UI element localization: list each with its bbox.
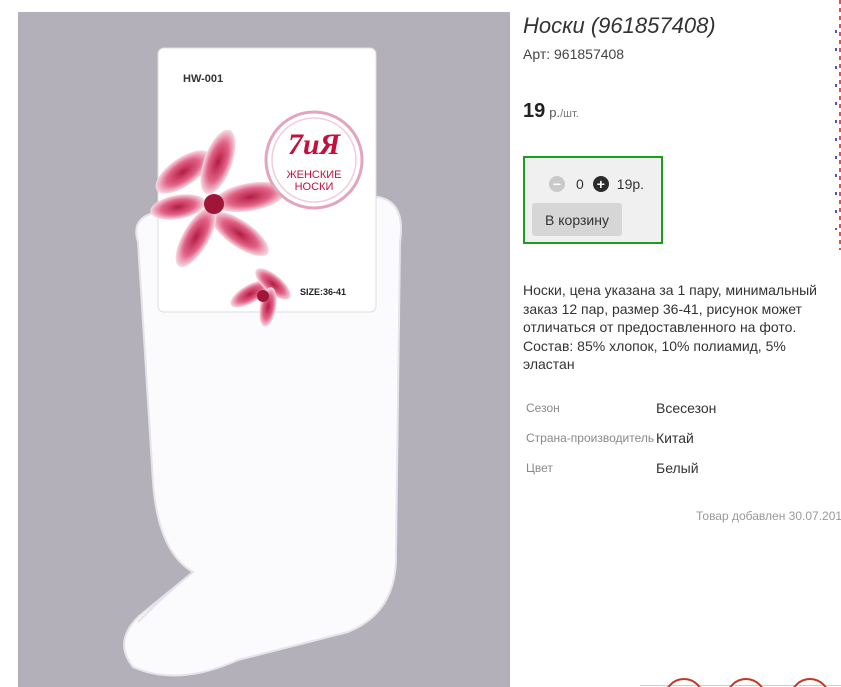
property-label: Цвет (526, 461, 553, 475)
product-price: 19 р./шт. (523, 100, 579, 123)
property-row: Сезон Всесезон (523, 393, 716, 423)
brand-line-2: НОСКИ (295, 181, 334, 193)
product-title: Носки (961857408) (523, 13, 716, 38)
price-currency: р. (549, 105, 561, 120)
social-icon[interactable] (790, 678, 830, 687)
property-value: Китай (656, 430, 694, 446)
property-label: Сезон (526, 401, 560, 415)
product-sku: Арт: 961857408 (523, 46, 625, 62)
date-added: Товар добавлен 30.07.201 (696, 509, 841, 523)
product-photo[interactable]: 7иЯ ЖЕНСКИЕ НОСКИ HW-001 SIZE:36-41 (18, 12, 510, 687)
price-per-unit: /шт. (560, 108, 579, 120)
tag-size-text: SIZE:36-41 (300, 287, 346, 297)
product-properties: Сезон Всесезон Страна-производитель Кита… (523, 393, 716, 483)
property-label: Страна-производитель (526, 431, 655, 445)
plus-circle-icon[interactable]: + (592, 176, 609, 192)
bottom-social-icons (640, 672, 841, 687)
quantity-stepper: − 0 + 19р. (549, 176, 644, 192)
property-value: Белый (656, 460, 699, 476)
quantity-sum: 19р. (616, 176, 645, 192)
social-icon[interactable] (664, 678, 704, 687)
brand-logo-text: 7иЯ (288, 128, 342, 161)
page-edge-decoration (835, 30, 837, 230)
property-value: Всесезон (656, 400, 717, 416)
sock-image: 7иЯ ЖЕНСКИЕ НОСКИ HW-001 SIZE:36-41 (18, 12, 510, 687)
add-to-cart-button[interactable]: В корзину (532, 203, 622, 236)
property-row: Страна-производитель Китай (523, 423, 716, 453)
quantity-value[interactable]: 0 (576, 176, 584, 192)
add-to-cart-panel: − 0 + 19р. В корзину (523, 156, 663, 244)
brand-line-1: ЖЕНСКИЕ (286, 169, 341, 181)
price-value: 19 (523, 100, 546, 122)
social-icon[interactable] (726, 678, 766, 687)
minus-circle-icon[interactable]: − (549, 176, 565, 192)
property-row: Цвет Белый (523, 453, 716, 483)
tag-model-text: HW-001 (183, 73, 223, 85)
price-unit: р./шт. (549, 105, 579, 120)
product-description: Носки, цена указана за 1 пару, минимальн… (523, 282, 817, 372)
